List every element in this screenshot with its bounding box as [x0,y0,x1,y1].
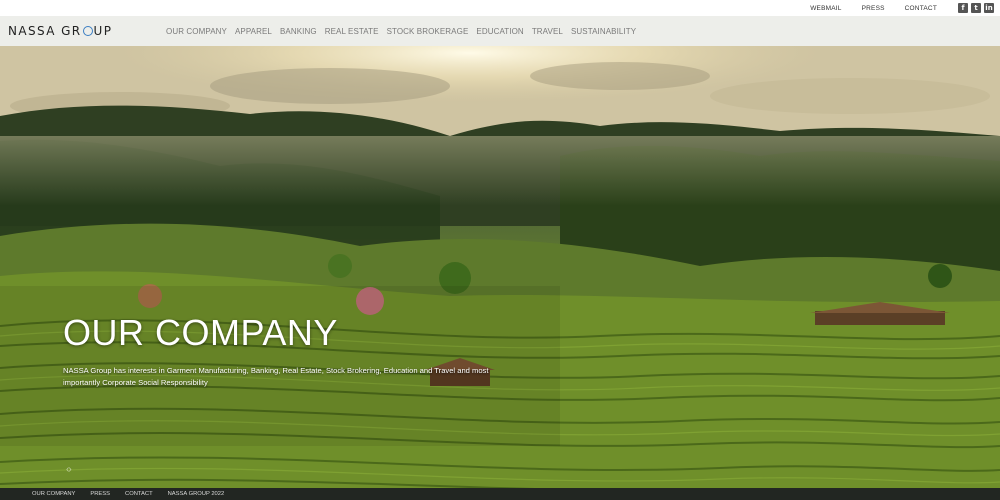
press-link[interactable]: PRESS [862,5,885,12]
utility-bar: WEBMAIL PRESS CONTACT f t in [0,0,1000,16]
nav-apparel[interactable]: APPAREL [235,27,272,36]
slider-arrows-icon[interactable]: ‹› [66,464,72,475]
main-nav: NASSA GR UP OUR COMPANY APPAREL BANKING R… [0,16,1000,46]
nav-stock-brokerage[interactable]: STOCK BROKERAGE [387,27,469,36]
social-links: f t in [955,3,994,13]
hero-landscape-image [0,46,1000,488]
hero-title: OUR COMPANY [63,312,338,353]
facebook-icon[interactable]: f [958,3,968,13]
logo[interactable]: NASSA GR UP [8,24,166,38]
nav-sustainability[interactable]: SUSTAINABILITY [571,27,636,36]
nav-travel[interactable]: TRAVEL [532,27,563,36]
footer-our-company-link[interactable]: OUR COMPANY [32,491,75,497]
nav-our-company[interactable]: OUR COMPANY [166,27,227,36]
hero-description: NASSA Group has interests in Garment Man… [63,365,489,387]
footer-contact-link[interactable]: CONTACT [125,491,153,497]
logo-ring-icon [82,26,93,36]
footer: OUR COMPANY PRESS CONTACT NASSA GROUP 20… [0,488,1000,500]
nav-education[interactable]: EDUCATION [476,27,523,36]
contact-link[interactable]: CONTACT [905,5,937,12]
logo-text-part2: UP [93,24,113,38]
webmail-link[interactable]: WEBMAIL [810,5,841,12]
nav-real-estate[interactable]: REAL ESTATE [325,27,379,36]
logo-text-part1: NASSA GR [8,24,82,38]
linkedin-icon[interactable]: in [984,3,994,13]
footer-press-link[interactable]: PRESS [90,491,110,497]
footer-copyright: NASSA GROUP 2022 [167,491,225,497]
nav-banking[interactable]: BANKING [280,27,317,36]
twitter-icon[interactable]: t [971,3,981,13]
hero-banner: OUR COMPANY NASSA Group has interests in… [0,46,1000,488]
